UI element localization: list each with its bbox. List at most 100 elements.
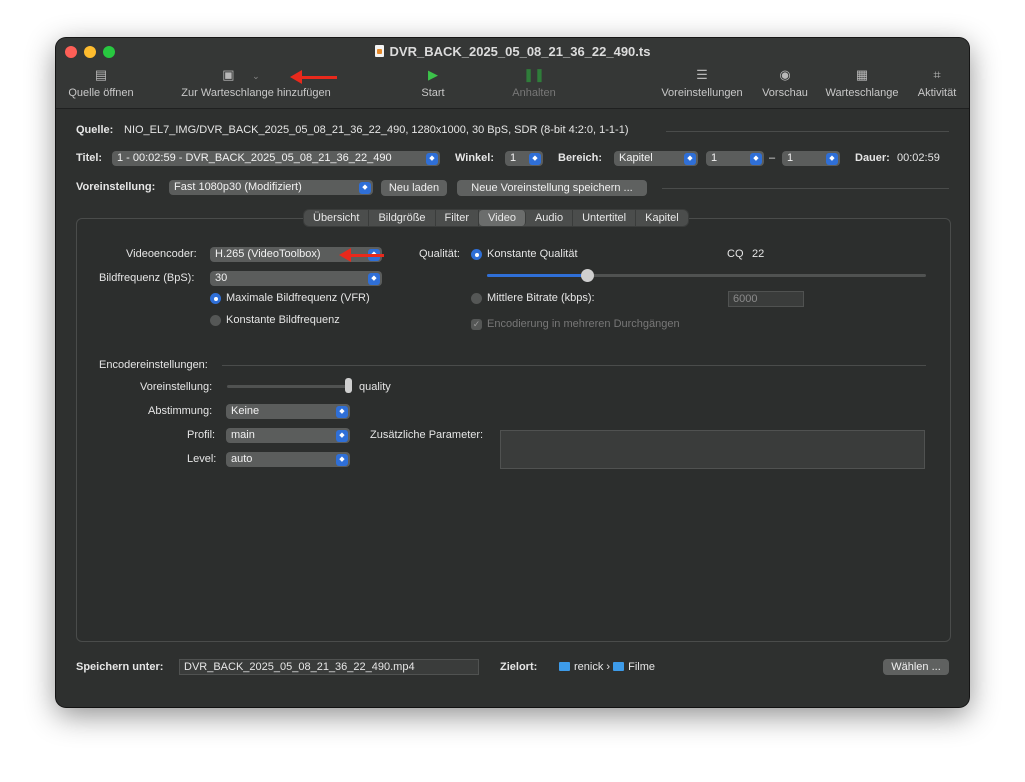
app-window: DVR_BACK_2025_05_08_21_36_22_490.ts ▤ Qu… [56, 38, 969, 707]
range-type-value: Kapitel [619, 152, 653, 164]
start-label: Start [421, 87, 445, 99]
avg-bitrate-value: 6000 [733, 293, 758, 305]
sliders-icon: ☰ [696, 67, 708, 82]
chevron-updown-icon: ◆ [336, 405, 348, 418]
range-from-popup[interactable]: 1 ◆ [706, 151, 764, 166]
folder-icon [559, 662, 570, 671]
framerate-popup[interactable]: 30 ◆ [210, 271, 382, 286]
activity-button[interactable]: ⌗ Aktivität [912, 66, 962, 99]
multipass-checkbox[interactable]: ✓ [471, 319, 482, 330]
save-as-label: Speichern unter: [76, 661, 164, 673]
vfr-radio[interactable] [210, 293, 221, 304]
destination-label: Zielort: [500, 661, 538, 673]
profile-value: main [231, 429, 255, 441]
range-dash: – [769, 152, 776, 164]
save-new-preset-button[interactable]: Neue Voreinstellung speichern ... [457, 180, 647, 196]
divider [662, 188, 949, 189]
angle-label: Winkel: [455, 152, 495, 164]
activity-icon: ⌗ [933, 67, 941, 82]
angle-popup[interactable]: 1 ◆ [505, 151, 543, 166]
queue-label: Warteschlange [825, 87, 899, 99]
queue-icon: ▦ [855, 67, 869, 82]
play-icon: ▶ [428, 67, 438, 82]
open-source-button[interactable]: ▤ Quelle öffnen [64, 66, 138, 99]
range-from-value: 1 [711, 152, 718, 164]
constant-quality-radio[interactable] [471, 249, 482, 260]
encoder-preset-label: Voreinstellung: [140, 381, 213, 393]
path-separator: › [606, 661, 611, 673]
encoder-preset-slider-knob[interactable] [344, 378, 352, 393]
avg-bitrate-field[interactable]: 6000 [728, 291, 804, 307]
start-button[interactable]: ▶ Start [413, 66, 453, 99]
video-encoder-label: Videoencoder: [126, 248, 197, 260]
encoder-preset-slider-track[interactable] [227, 385, 348, 388]
document-icon [374, 45, 384, 57]
eye-icon: ◉ [779, 67, 791, 82]
path-folder: Filme [628, 661, 656, 673]
multipass-label: Encodierung in mehreren Durchgängen [487, 318, 680, 330]
chevron-updown-icon: ◆ [426, 152, 438, 165]
extra-params-label: Zusätzliche Parameter: [370, 429, 484, 441]
window-title-text: DVR_BACK_2025_05_08_21_36_22_490.ts [389, 44, 651, 59]
red-arrow-annotation [290, 70, 337, 84]
profile-popup[interactable]: main ◆ [226, 428, 350, 443]
add-to-queue-label: Zur Warteschlange hinzufügen [181, 87, 331, 99]
title-popup[interactable]: 1 - 00:02:59 - DVR_BACK_2025_05_08_21_36… [112, 151, 440, 166]
constant-quality-label: Konstante Qualität [487, 248, 578, 260]
path-user: renick [574, 661, 604, 673]
presets-button[interactable]: ☰ Voreinstellungen [656, 66, 748, 99]
film-icon: ▤ [94, 67, 108, 82]
add-to-queue-icon: ▣ ⌄ [222, 67, 260, 82]
add-to-queue-button[interactable]: ▣ ⌄ Zur Warteschlange hinzufügen [168, 66, 344, 99]
divider [222, 365, 926, 366]
pause-button[interactable]: ❚❚ Anhalten [506, 66, 562, 99]
chevron-updown-icon: ◆ [684, 152, 696, 165]
duration-value: 00:02:59 [897, 152, 940, 164]
source-label: Quelle: [76, 124, 114, 136]
tune-value: Keine [231, 405, 260, 417]
duration-label: Dauer: [855, 152, 890, 164]
tab-audio[interactable]: Audio [526, 210, 574, 226]
save-as-field[interactable]: DVR_BACK_2025_05_08_21_36_22_490.mp4 [179, 659, 479, 675]
range-to-value: 1 [787, 152, 794, 164]
preset-value: Fast 1080p30 (Modifiziert) [174, 181, 302, 193]
framerate-value: 30 [215, 272, 228, 284]
tab-chapters[interactable]: Kapitel [636, 210, 688, 226]
tab-dimensions[interactable]: Bildgröße [369, 210, 436, 226]
preview-button[interactable]: ◉ Vorschau [756, 66, 814, 99]
tab-subtitles[interactable]: Untertitel [573, 210, 637, 226]
cfr-radio[interactable] [210, 315, 221, 326]
chevron-updown-icon: ◆ [529, 152, 541, 165]
tab-overview[interactable]: Übersicht [304, 210, 370, 226]
range-to-popup[interactable]: 1 ◆ [782, 151, 840, 166]
extra-params-textarea[interactable] [500, 430, 925, 469]
profile-label: Profil: [187, 429, 216, 441]
window-title: DVR_BACK_2025_05_08_21_36_22_490.ts [56, 44, 969, 59]
cq-value: 22 [752, 248, 765, 260]
reload-button[interactable]: Neu laden [381, 180, 447, 196]
tab-video[interactable]: Video [479, 210, 526, 226]
preset-label: Voreinstellung: [76, 181, 156, 193]
quality-label: Qualität: [419, 248, 460, 260]
activity-label: Aktivität [917, 87, 957, 99]
tab-filter[interactable]: Filter [436, 210, 479, 226]
encoder-settings-label: Encodereinstellungen: [99, 359, 208, 371]
chevron-updown-icon: ◆ [336, 429, 348, 442]
destination-path[interactable]: renick › Filme [559, 661, 655, 673]
avg-bitrate-radio[interactable] [471, 293, 482, 304]
chevron-down-icon[interactable]: ⌄ [238, 71, 260, 81]
title-label: Titel: [76, 152, 103, 164]
tune-popup[interactable]: Keine ◆ [226, 404, 350, 419]
titlebar: DVR_BACK_2025_05_08_21_36_22_490.ts ▤ Qu… [56, 38, 969, 109]
range-type-popup[interactable]: Kapitel ◆ [614, 151, 698, 166]
preset-popup[interactable]: Fast 1080p30 (Modifiziert) ◆ [169, 180, 373, 195]
queue-button[interactable]: ▦ Warteschlange [821, 66, 903, 99]
chevron-updown-icon: ◆ [750, 152, 762, 165]
encoder-preset-value: quality [359, 381, 391, 393]
cfr-label: Konstante Bildfrequenz [226, 314, 340, 326]
video-encoder-value: H.265 (VideoToolbox) [215, 248, 321, 260]
level-label: Level: [187, 453, 217, 465]
choose-button[interactable]: Wählen ... [883, 659, 949, 675]
level-value: auto [231, 453, 253, 465]
level-popup[interactable]: auto ◆ [226, 452, 350, 467]
